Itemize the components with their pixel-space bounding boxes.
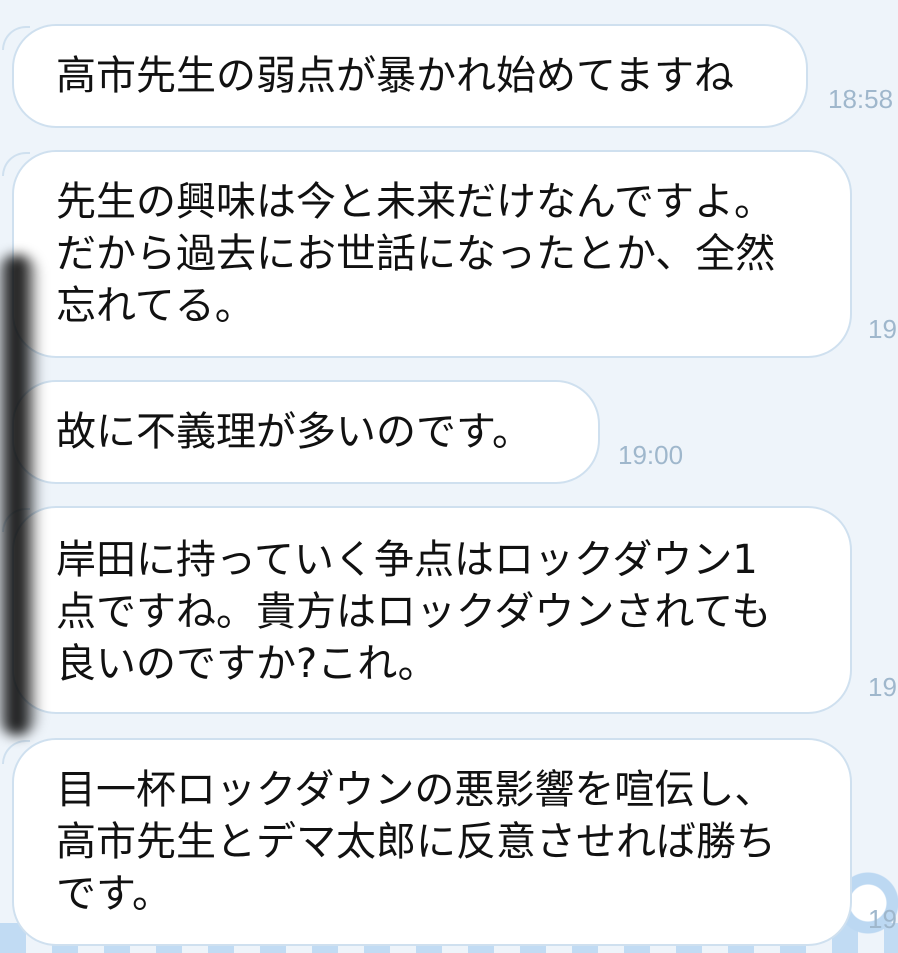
message-text: 目一杯ロックダウンの悪影響を喧伝し、: [56, 767, 775, 813]
message-text: 故に不義理が多いのです。: [56, 409, 532, 455]
message-timestamp: 19: [868, 904, 897, 934]
message-bubble[interactable]: 岸田に持っていく争点はロックダウン1 点ですね。貴方はロックダウンされても 良い…: [12, 506, 852, 714]
message-timestamp: 19: [868, 672, 897, 702]
message-text: 忘れてる。: [56, 283, 255, 329]
message-timestamp: 19: [868, 314, 897, 344]
message-bubble[interactable]: 故に不義理が多いのです。: [12, 380, 600, 484]
message-text: 高市先生とデマ太郎に反意させれば勝ち: [56, 819, 776, 865]
message-text: だから過去にお世話になったとか、全然: [56, 231, 776, 277]
chat-area: 高市先生の弱点が暴かれ始めてますね 18:58 先生の興味は今と未来だけなんです…: [0, 0, 898, 953]
message-text: 良いのですか?これ。: [56, 641, 438, 687]
redaction-smudge: [0, 255, 40, 735]
message-bubble[interactable]: 目一杯ロックダウンの悪影響を喧伝し、 高市先生とデマ太郎に反意させれば勝ち です…: [12, 738, 852, 946]
message-text: です。: [56, 871, 172, 917]
message-text: 先生の興味は今と未来だけなんですよ。: [56, 179, 774, 225]
message-text: 点ですね。貴方はロックダウンされても: [56, 589, 772, 635]
message-bubble[interactable]: 高市先生の弱点が暴かれ始めてますね: [12, 24, 808, 128]
message-timestamp: 18:58: [828, 84, 894, 114]
message-bubble[interactable]: 先生の興味は今と未来だけなんですよ。 だから過去にお世話になったとか、全然 忘れ…: [12, 150, 852, 358]
message-text: 岸田に持っていく争点はロックダウン1: [56, 537, 758, 583]
message-text: 高市先生の弱点が暴かれ始めてますね: [56, 53, 734, 99]
message-timestamp: 19:00: [618, 440, 684, 470]
